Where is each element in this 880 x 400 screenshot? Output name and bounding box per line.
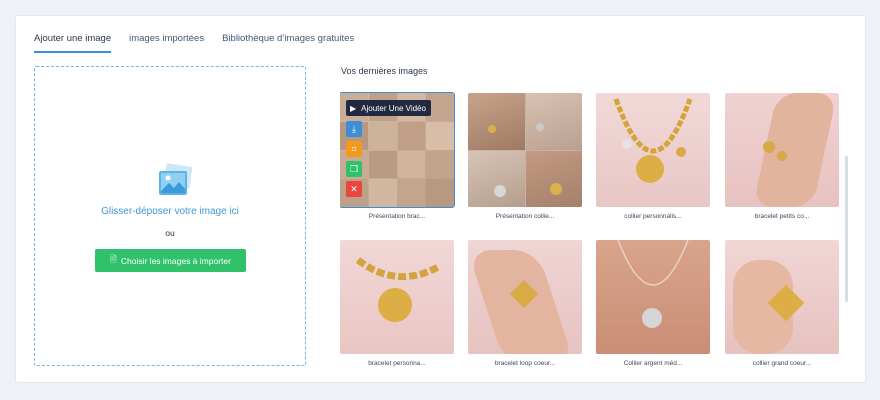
- dropzone-title: Glisser-déposer votre image ici: [101, 206, 239, 217]
- image-thumbnail[interactable]: [725, 93, 839, 207]
- image-manager-panel: Ajouter une image images importées Bibli…: [15, 15, 866, 383]
- image-caption: collier grand coeur...: [752, 360, 812, 367]
- download-icon[interactable]: ⤓: [346, 121, 362, 137]
- image-card[interactable]: Présentation collie...: [468, 93, 582, 220]
- image-caption: collier personnalis...: [624, 213, 682, 220]
- image-thumbnail[interactable]: [340, 240, 454, 354]
- image-thumbnail[interactable]: [596, 93, 710, 207]
- image-caption: bracelet loop coeur...: [494, 360, 556, 367]
- grid-scrollbar[interactable]: [845, 156, 848, 302]
- dropzone-or: ou: [165, 228, 175, 238]
- image-card[interactable]: bracelet personna...: [340, 240, 454, 367]
- image-thumbnail[interactable]: [596, 240, 710, 354]
- image-caption: bracelet petits co...: [754, 213, 810, 220]
- tab-free-library[interactable]: Bibliothèque d’images gratuites: [222, 33, 354, 53]
- delete-icon[interactable]: ✕: [346, 181, 362, 197]
- image-caption: Collier argent méd...: [623, 360, 683, 367]
- choose-images-label: Choisir les images à importer: [120, 255, 231, 266]
- image-thumbnail[interactable]: [468, 240, 582, 354]
- tab-imported-images[interactable]: images importées: [129, 33, 204, 53]
- image-caption: Présentation collie...: [495, 213, 555, 220]
- image-upload-icon: [159, 163, 193, 195]
- image-thumbnail[interactable]: [468, 93, 582, 207]
- image-card[interactable]: ▶ Ajouter Une Vidéo ⤓ ⌗ ❐ ✕ Présentation…: [340, 92, 455, 220]
- choose-images-button[interactable]: 🗎 Choisir les images à importer: [95, 249, 246, 272]
- recent-images-title: Vos dernières images: [341, 66, 428, 76]
- crop-icon[interactable]: ⌗: [346, 141, 362, 157]
- add-video-button[interactable]: ▶ Ajouter Une Vidéo: [346, 100, 431, 116]
- copy-icon[interactable]: ❐: [346, 161, 362, 177]
- add-video-label: Ajouter Une Vidéo: [361, 103, 426, 113]
- image-thumbnail[interactable]: [725, 240, 839, 354]
- image-card[interactable]: collier grand coeur...: [725, 240, 839, 367]
- tab-bar: Ajouter une image images importées Bibli…: [34, 33, 372, 53]
- image-card[interactable]: bracelet loop coeur...: [468, 240, 582, 367]
- image-caption: bracelet personna...: [368, 360, 426, 367]
- play-icon: ▶: [350, 103, 357, 113]
- image-card[interactable]: Collier argent méd...: [596, 240, 710, 367]
- image-card[interactable]: collier personnalis...: [596, 93, 710, 220]
- recent-images-grid: ▶ Ajouter Une Vidéo ⤓ ⌗ ❐ ✕ Présentation…: [340, 92, 843, 368]
- tab-add-image[interactable]: Ajouter une image: [34, 33, 112, 53]
- image-caption: Présentation brac...: [368, 213, 426, 220]
- image-card[interactable]: bracelet petits co...: [725, 93, 839, 220]
- image-thumbnail[interactable]: ▶ Ajouter Une Vidéo ⤓ ⌗ ❐ ✕: [340, 92, 455, 208]
- file-icon: 🗎: [110, 253, 117, 264]
- upload-dropzone[interactable]: Glisser-déposer votre image ici ou 🗎 Cho…: [34, 66, 306, 366]
